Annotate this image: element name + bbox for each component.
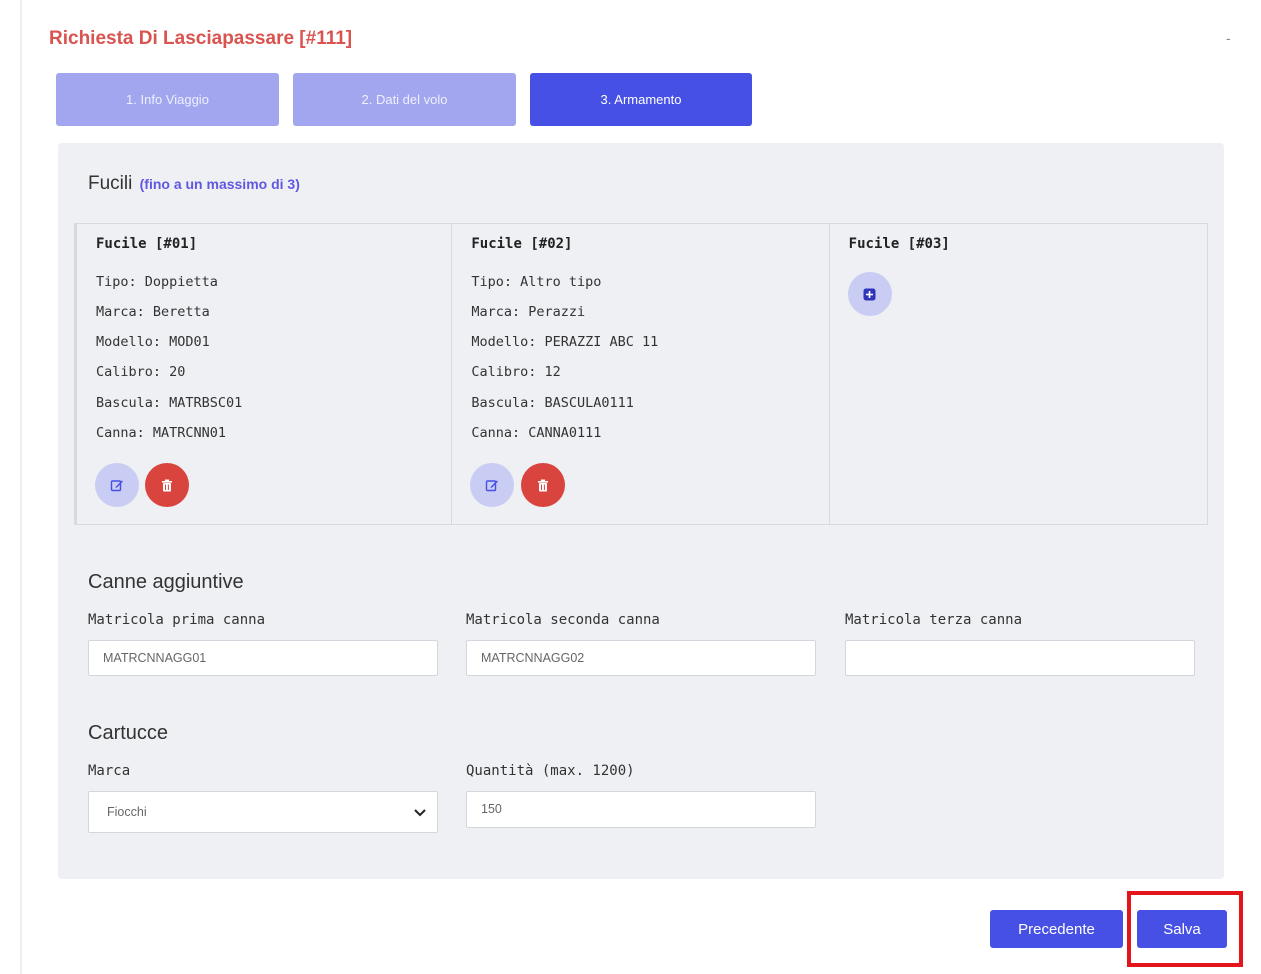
terza-canna-input[interactable] <box>845 640 1195 676</box>
delete-fucile-01-button[interactable] <box>145 463 189 507</box>
edit-fucile-02-button[interactable] <box>470 463 515 507</box>
fucili-heading: Fucili (fino a un massimo di 3) <box>88 173 300 195</box>
fucile-canna: Canna: CANNA0111 <box>471 425 602 441</box>
tab-armamento[interactable]: 3. Armamento <box>530 73 752 126</box>
prima-canna-label: Matricola prima canna <box>88 612 266 628</box>
quantita-input[interactable]: 150 <box>466 791 816 828</box>
fucile-calibro: Calibro: 12 <box>471 364 561 380</box>
edit-icon <box>486 480 499 492</box>
terza-canna-label: Matricola terza canna <box>845 612 1023 628</box>
plus-square-icon <box>863 288 876 300</box>
trash-icon <box>538 479 549 491</box>
fucile-tipo: Tipo: Altro tipo <box>471 274 602 290</box>
seconda-canna-input[interactable]: MATRCNNAGG02 <box>466 640 816 676</box>
edit-fucile-01-button[interactable] <box>95 463 139 507</box>
fucili-max-note: (fino a un massimo di 3) <box>139 176 300 192</box>
fucile-modello: Modello: MOD01 <box>96 334 210 350</box>
fucile-tipo: Tipo: Doppietta <box>96 274 218 290</box>
prima-canna-input[interactable]: MATRCNNAGG01 <box>88 640 438 676</box>
trash-icon <box>162 479 172 491</box>
chevron-down-icon <box>414 809 426 817</box>
fucili-title: Fucili <box>88 173 133 194</box>
marca-select[interactable]: Fiocchi <box>88 791 438 833</box>
fucile-heading: Fucile [#03] <box>848 236 950 252</box>
quantita-label: Quantità (max. 1200) <box>466 763 635 779</box>
page-title: Richiesta Di Lasciapassare [#111] <box>49 28 353 49</box>
fucile-card-02: Fucile [#02] Tipo: Altro tipo Marca: Per… <box>452 224 830 524</box>
tab-dati-volo[interactable]: 2. Dati del volo <box>293 73 516 126</box>
fucile-canna: Canna: MATRCNN01 <box>96 425 227 441</box>
left-border <box>20 0 22 974</box>
precedente-button[interactable]: Precedente <box>990 910 1123 948</box>
fucili-grid: Fucile [#01] Tipo: Doppietta Marca: Bere… <box>74 223 1208 525</box>
tab-info-viaggio[interactable]: 1. Info Viaggio <box>56 73 279 126</box>
fucile-marca: Marca: Beretta <box>96 304 210 320</box>
fucile-heading: Fucile [#02] <box>471 236 573 252</box>
add-fucile-button[interactable] <box>847 272 892 316</box>
marca-label: Marca <box>88 763 131 779</box>
fucile-bascula: Bascula: MATRBSC01 <box>96 395 243 411</box>
fucile-bascula: Bascula: BASCULA0111 <box>471 395 634 411</box>
collapse-toggle[interactable]: - <box>1226 30 1231 46</box>
fucile-calibro: Calibro: 20 <box>96 364 186 380</box>
salva-highlight-box <box>1127 891 1243 967</box>
edit-icon <box>110 480 123 492</box>
canne-heading: Canne aggiuntive <box>88 571 244 593</box>
fucile-card-01: Fucile [#01] Tipo: Doppietta Marca: Bere… <box>75 224 453 524</box>
seconda-canna-label: Matricola seconda canna <box>466 612 660 628</box>
cartucce-heading: Cartucce <box>88 722 169 744</box>
fucile-card-03: Fucile [#03] <box>830 224 1207 524</box>
delete-fucile-02-button[interactable] <box>521 463 566 507</box>
fucile-modello: Modello: PERAZZI ABC 11 <box>471 334 659 350</box>
fucile-heading: Fucile [#01] <box>96 236 198 252</box>
marca-selected-value: Fiocchi <box>107 805 147 819</box>
fucile-marca: Marca: Perazzi <box>471 304 586 320</box>
